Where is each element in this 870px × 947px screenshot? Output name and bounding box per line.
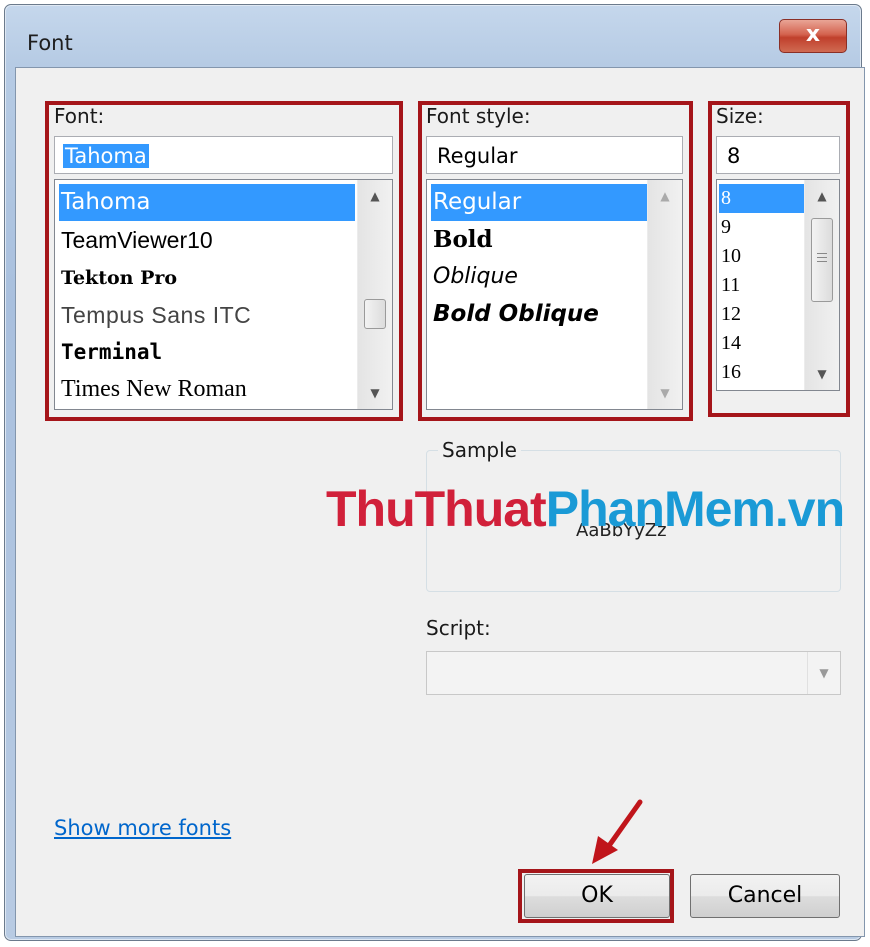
watermark-part2: PhanMem [545,481,776,537]
cancel-button[interactable]: Cancel [690,874,840,918]
red-arrow-icon [592,799,643,864]
script-label: Script: [426,616,491,640]
font-style-highlight-box [418,101,693,421]
font-dialog-window: Font x Font: Tahoma Tahoma TeamViewer10 … [4,4,865,941]
size-highlight-box [708,101,850,417]
sample-label: Sample [438,438,521,462]
font-highlight-box [45,101,403,421]
dropdown-arrow-icon[interactable]: ▼ [807,652,840,694]
window-title: Font [27,31,73,55]
ok-highlight-box [518,869,674,923]
watermark-part1: ThuThuat [326,481,547,537]
dialog-client-area: Font: Tahoma Tahoma TeamViewer10 Tekton … [15,67,865,937]
close-button[interactable]: x [779,19,847,53]
watermark: ThuThuatPhanMem.vn [326,480,845,538]
close-icon: x [805,22,821,47]
watermark-part3: .vn [774,481,845,537]
show-more-fonts-link[interactable]: Show more fonts [54,816,231,840]
script-select[interactable]: ▼ [426,651,841,695]
